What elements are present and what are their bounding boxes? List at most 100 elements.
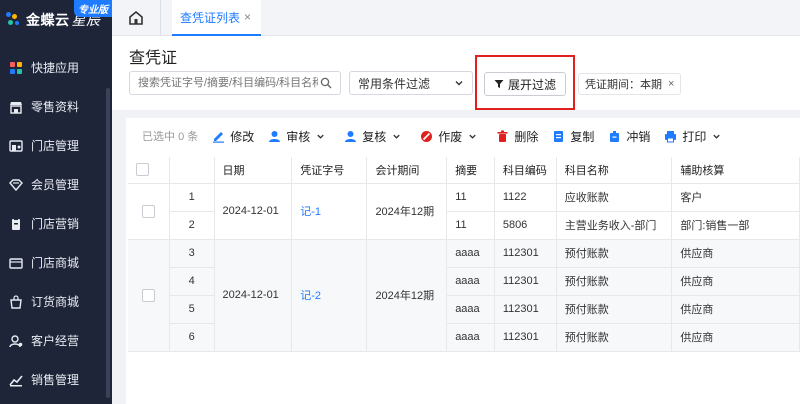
delete-button[interactable]: 删除 xyxy=(496,128,538,145)
column-header-voucher-no[interactable]: 凭证字号 xyxy=(291,157,368,184)
column-header-summary[interactable]: 摘要 xyxy=(446,157,495,184)
tab-close-icon[interactable]: × xyxy=(244,10,251,24)
period-tag-close-icon[interactable]: × xyxy=(668,78,674,90)
auxiliary-cell: 供应商 xyxy=(671,267,800,296)
sidebar-item-label: 会员管理 xyxy=(31,178,80,192)
accounting-period: 2024年12期 xyxy=(366,239,448,352)
common-filter-select[interactable]: 常用条件过滤 xyxy=(349,71,473,95)
brand-logo[interactable]: 金蝶云 星辰 专业版 xyxy=(0,0,112,40)
reverse-label: 冲销 xyxy=(626,129,651,144)
audit-button[interactable]: 审核 xyxy=(268,128,330,145)
row-checkbox[interactable] xyxy=(141,204,155,218)
row-number: 1 xyxy=(169,183,215,212)
review-label: 复核 xyxy=(362,129,387,144)
table-row[interactable]: 1 2024-12-01 记-1 2024年12期 11 1122 应收账款 客… xyxy=(128,183,800,240)
edit-button[interactable]: 修改 xyxy=(212,128,254,145)
sidebar-item-order-mall[interactable]: 订货商城 xyxy=(0,282,112,321)
sidebar-item-quick-apps[interactable]: 快捷应用 xyxy=(0,48,112,87)
sidebar-item-store-mall[interactable]: 门店商城 xyxy=(0,243,112,282)
sales-icon xyxy=(9,373,23,387)
pencil-icon xyxy=(213,131,225,143)
search-icon[interactable] xyxy=(320,77,332,89)
chevron-down-icon xyxy=(317,134,324,139)
order-mall-icon xyxy=(9,294,23,309)
review-button[interactable]: 复核 xyxy=(344,128,406,145)
sidebar-item-store-manage[interactable]: 门店管理 xyxy=(0,126,112,165)
filter-funnel-icon xyxy=(494,80,504,88)
expand-filter-label: 展开过滤 xyxy=(507,77,556,92)
table-row[interactable]: 3 2024-12-01 记-2 2024年12期 aaaa 112301 预付… xyxy=(128,239,800,352)
column-header-auxiliary[interactable]: 辅助核算 xyxy=(671,157,800,184)
summary-cell: aaaa xyxy=(446,239,495,268)
void-label: 作废 xyxy=(438,129,463,144)
sidebar-item-retail-data[interactable]: 零售资料 xyxy=(0,87,112,126)
summary-cell: 11 xyxy=(446,211,495,240)
expand-filter-button[interactable]: 展开过滤 xyxy=(484,72,566,96)
mall-icon xyxy=(9,256,23,270)
copy-icon xyxy=(554,130,564,142)
printer-icon xyxy=(665,130,677,142)
print-button[interactable]: 打印 xyxy=(664,128,726,145)
home-icon xyxy=(129,10,143,25)
reverse-icon xyxy=(610,130,620,142)
row-number: 6 xyxy=(169,323,215,352)
select-all-checkbox[interactable] xyxy=(136,163,149,177)
row-checkbox-cell[interactable] xyxy=(128,183,170,240)
tab-voucher-list[interactable]: 查凭证列表 × xyxy=(172,0,262,36)
sidebar-item-label: 门店营销 xyxy=(31,217,80,231)
apps-grid-icon xyxy=(9,61,23,75)
void-icon xyxy=(421,130,433,142)
column-header-account-code[interactable]: 科目编码 xyxy=(494,157,557,184)
tab-bar: 查凭证列表 × xyxy=(112,0,800,36)
sidebar-item-label: 零售资料 xyxy=(31,100,80,114)
user-review-icon xyxy=(345,130,357,142)
home-tab[interactable] xyxy=(126,8,146,28)
account-name-cell: 预付账款 xyxy=(556,239,673,268)
sidebar-scrollbar[interactable] xyxy=(106,88,110,398)
shop-manage-icon xyxy=(9,139,23,153)
column-header-period[interactable]: 会计期间 xyxy=(366,157,448,184)
voucher-number-link[interactable]: 记-1 xyxy=(291,183,368,240)
sidebar-item-sales[interactable]: 销售管理 xyxy=(0,360,112,399)
store-icon xyxy=(9,100,23,114)
voucher-number-link[interactable]: 记-2 xyxy=(291,239,368,352)
table-header-row: 日期 凭证字号 会计期间 摘要 科目编码 科目名称 辅助核算 xyxy=(128,157,800,184)
trash-icon xyxy=(497,130,508,142)
account-code-cell: 112301 xyxy=(494,239,557,268)
chevron-down-icon xyxy=(455,81,463,86)
sidebar-item-label: 门店管理 xyxy=(31,139,80,153)
row-number-header xyxy=(169,157,215,184)
row-checkbox-cell[interactable] xyxy=(128,239,170,352)
accounting-period: 2024年12期 xyxy=(366,183,448,240)
copy-button[interactable]: 复制 xyxy=(552,128,594,145)
sidebar-item-store-marketing[interactable]: 门店营销 xyxy=(0,204,112,243)
void-button[interactable]: 作废 xyxy=(420,128,482,145)
sidebar-item-label: 门店商城 xyxy=(31,256,80,270)
audit-label: 审核 xyxy=(286,129,311,144)
search-input[interactable] xyxy=(130,72,318,94)
summary-cell: aaaa xyxy=(446,295,495,324)
select-all-checkbox-cell[interactable] xyxy=(128,157,170,184)
row-checkbox[interactable] xyxy=(141,288,155,302)
column-header-account-name[interactable]: 科目名称 xyxy=(556,157,673,184)
auxiliary-cell: 供应商 xyxy=(671,323,800,352)
edit-label: 修改 xyxy=(230,129,255,144)
sidebar-item-customer[interactable]: 客户经营 xyxy=(0,321,112,360)
auxiliary-cell: 部门:销售一部 xyxy=(671,211,800,240)
delete-label: 删除 xyxy=(514,129,539,144)
sidebar-item-label: 销售管理 xyxy=(31,373,80,387)
sidebar-item-member-manage[interactable]: 会员管理 xyxy=(0,165,112,204)
account-code-cell: 112301 xyxy=(494,323,557,352)
sidebar: 金蝶云 星辰 专业版 快捷应用 零售资料 门店管理 会员管理 门店营销 门店商城… xyxy=(0,0,112,404)
search-box[interactable] xyxy=(129,71,341,95)
summary-cell: aaaa xyxy=(446,323,495,352)
voucher-date: 2024-12-01 xyxy=(214,239,293,352)
account-name-cell: 预付账款 xyxy=(556,267,673,296)
sidebar-nav: 快捷应用 零售资料 门店管理 会员管理 门店营销 门店商城 订货商城 客户经营 … xyxy=(0,48,112,399)
kingdee-logo-icon xyxy=(6,12,22,28)
voucher-table: 日期 凭证字号 会计期间 摘要 科目编码 科目名称 辅助核算 1 2024-12… xyxy=(128,157,800,352)
reverse-button[interactable]: 冲销 xyxy=(608,128,650,145)
chevron-down-icon xyxy=(713,134,721,139)
account-code-cell: 5806 xyxy=(494,211,557,240)
column-header-date[interactable]: 日期 xyxy=(214,157,293,184)
